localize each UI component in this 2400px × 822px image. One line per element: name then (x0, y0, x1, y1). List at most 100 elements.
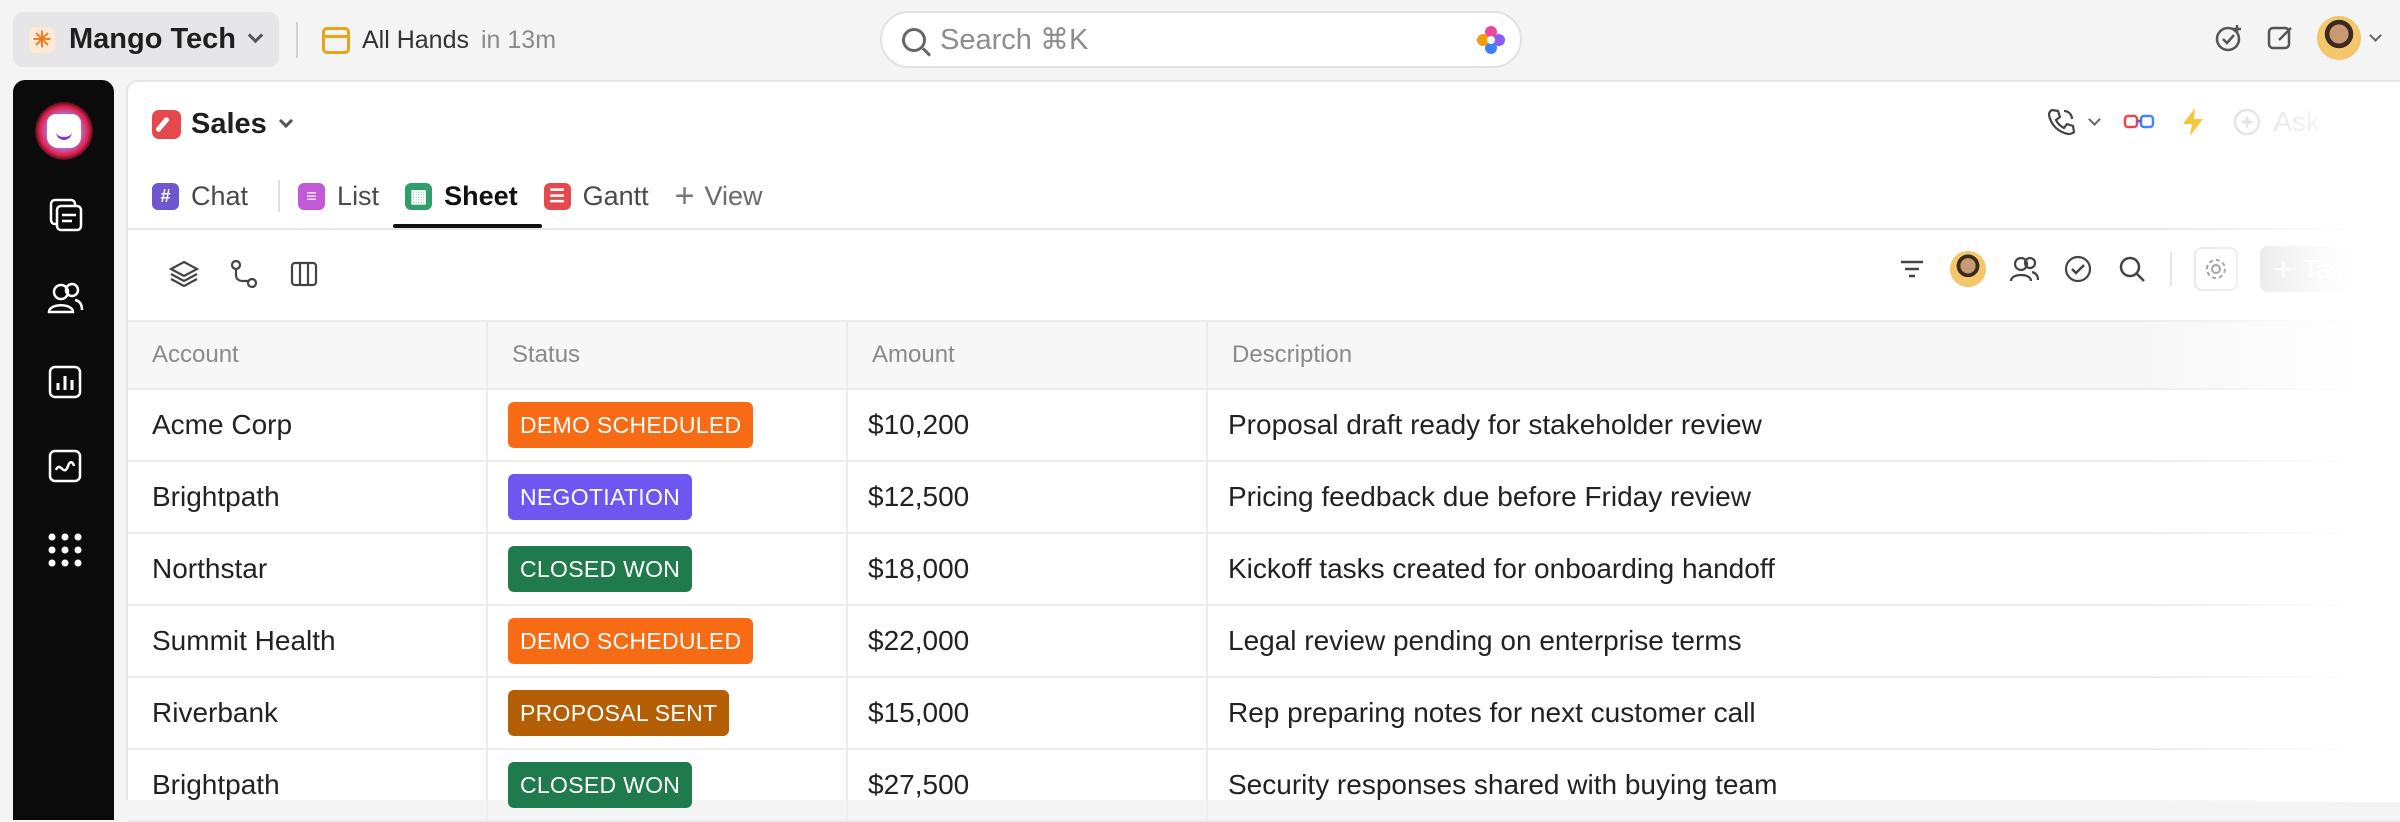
ai-sparkle-icon[interactable] (1476, 25, 1506, 55)
home-icon[interactable] (35, 102, 93, 160)
table-row[interactable]: Summit Health DEMO SCHEDULED $22,000 Leg… (128, 606, 2400, 678)
cell-status[interactable]: CLOSED WON (488, 750, 848, 820)
header-actions: Ask (2046, 106, 2320, 138)
cell-account[interactable]: Riverbank (128, 678, 488, 748)
add-view-button[interactable]: + View (675, 170, 763, 222)
plus-icon: + (674, 176, 695, 215)
people-icon[interactable] (2008, 253, 2040, 285)
event-title: All Hands (362, 25, 469, 54)
workspace-switcher[interactable]: ✳ Mango Tech (13, 12, 279, 67)
cell-account[interactable]: Summit Health (128, 606, 488, 676)
filter-icon[interactable] (1896, 253, 1928, 285)
compose-icon[interactable] (2265, 22, 2297, 54)
cell-description[interactable]: Proposal draft ready for stakeholder rev… (1208, 390, 2400, 460)
table-row[interactable]: Northstar CLOSED WON $18,000 Kickoff tas… (128, 534, 2400, 606)
tabs-divider (128, 228, 2400, 230)
ai-brain-icon (2234, 108, 2261, 136)
status-badge[interactable]: NEGOTIATION (508, 474, 693, 520)
workspace-name: Mango Tech (69, 23, 237, 55)
cell-status[interactable]: PROPOSAL SENT (488, 678, 848, 748)
tab-list[interactable]: ≡ List (298, 170, 393, 222)
plus-icon: + (2274, 250, 2293, 287)
cell-account[interactable]: Northstar (128, 534, 488, 604)
upcoming-event[interactable]: All Hands in 13m (322, 22, 556, 58)
cell-status[interactable]: CLOSED WON (488, 534, 848, 604)
add-task-button[interactable]: + Task (2260, 246, 2400, 292)
check-circle-icon[interactable] (2062, 253, 2094, 285)
apps-grid-icon[interactable] (45, 530, 85, 570)
settings-button[interactable] (2194, 247, 2238, 291)
table-row[interactable]: Brightpath CLOSED WON $27,500 Security r… (128, 750, 2400, 822)
hash-icon: # (152, 182, 179, 210)
calendar-icon (322, 26, 350, 54)
cell-account[interactable]: Brightpath (128, 750, 488, 820)
cell-amount[interactable]: $15,000 (848, 678, 1208, 748)
new-task-check-icon[interactable] (2213, 22, 2245, 54)
route-icon[interactable] (228, 258, 260, 290)
cell-amount[interactable]: $12,500 (848, 462, 1208, 532)
inbox-icon[interactable] (45, 194, 85, 234)
people-icon[interactable] (45, 278, 85, 318)
cell-description[interactable]: Kickoff tasks created for onboarding han… (1208, 534, 2400, 604)
status-badge[interactable]: CLOSED WON (508, 762, 693, 808)
top-bar: ✳ Mango Tech All Hands in 13m Search ⌘K (0, 0, 2400, 78)
status-badge[interactable]: PROPOSAL SENT (508, 690, 730, 736)
table-row[interactable]: Acme Corp DEMO SCHEDULED $10,200 Proposa… (128, 390, 2400, 462)
gear-icon (2206, 259, 2226, 279)
avatar (2317, 16, 2361, 60)
table-row[interactable]: Brightpath NEGOTIATION $12,500 Pricing f… (128, 462, 2400, 534)
status-badge[interactable]: CLOSED WON (508, 546, 693, 592)
view-tabs: # Chat ≡ List ▦ Sheet ☰ Gantt + View (152, 170, 763, 230)
cell-amount[interactable]: $18,000 (848, 534, 1208, 604)
column-header-status[interactable]: Status (488, 322, 848, 388)
cell-status[interactable]: DEMO SCHEDULED (488, 390, 848, 460)
cell-description[interactable]: Pricing feedback due before Friday revie… (1208, 462, 2400, 532)
call-menu[interactable] (2046, 107, 2102, 137)
search-placeholder: Search ⌘K (940, 24, 1089, 56)
table-row[interactable]: Riverbank PROPOSAL SENT $15,000 Rep prep… (128, 678, 2400, 750)
chevron-down-icon (247, 27, 264, 44)
layers-icon[interactable] (168, 258, 200, 290)
cell-description[interactable]: Rep preparing notes for next customer ca… (1208, 678, 2400, 748)
cell-status[interactable]: DEMO SCHEDULED (488, 606, 848, 676)
left-rail (13, 80, 114, 820)
cell-account[interactable]: Acme Corp (128, 390, 488, 460)
lightning-icon[interactable] (2179, 106, 2207, 138)
tab-gantt[interactable]: ☰ Gantt (543, 170, 663, 222)
status-badge[interactable]: DEMO SCHEDULED (508, 618, 754, 664)
sheet-toolbar-left (168, 258, 320, 290)
dashboard-icon[interactable] (45, 362, 85, 402)
cell-status[interactable]: NEGOTIATION (488, 462, 848, 532)
search-icon[interactable] (2116, 253, 2148, 285)
page-title: Sales (191, 108, 267, 140)
cell-account[interactable]: Brightpath (128, 462, 488, 532)
cell-amount[interactable]: $22,000 (848, 606, 1208, 676)
sheet-toolbar-right: + Task (1896, 246, 2400, 292)
glasses-icon[interactable] (2123, 112, 2155, 132)
column-header-account[interactable]: Account (128, 322, 488, 388)
cell-amount[interactable]: $10,200 (848, 390, 1208, 460)
task-button-label: Task (2302, 253, 2357, 284)
column-header-amount[interactable]: Amount (848, 322, 1208, 388)
workspace-logo-icon: ✳ (29, 26, 55, 53)
whiteboard-icon[interactable] (45, 446, 85, 486)
tab-sheet[interactable]: ▦ Sheet (393, 170, 542, 228)
table-header: Account Status Amount Description (128, 320, 2400, 390)
cell-amount[interactable]: $27,500 (848, 750, 1208, 820)
phone-icon (2048, 108, 2076, 136)
status-badge[interactable]: DEMO SCHEDULED (508, 402, 754, 448)
assignee-avatar[interactable] (1950, 251, 1986, 287)
tab-chat[interactable]: # Chat (152, 170, 262, 222)
cell-description[interactable]: Legal review pending on enterprise terms (1208, 606, 2400, 676)
tab-label: List (337, 180, 380, 211)
sheet-icon: ▦ (405, 182, 433, 210)
columns-icon[interactable] (288, 258, 320, 290)
divider (2170, 252, 2172, 286)
ask-label: Ask (2273, 106, 2320, 137)
ask-ai-button[interactable]: Ask (2231, 106, 2320, 138)
cell-description[interactable]: Security responses shared with buying te… (1208, 750, 2400, 820)
column-header-description[interactable]: Description (1208, 322, 2400, 388)
list-title-button[interactable]: Sales (152, 108, 293, 141)
user-menu[interactable] (2317, 16, 2382, 60)
search-bar[interactable]: Search ⌘K (880, 11, 1522, 68)
